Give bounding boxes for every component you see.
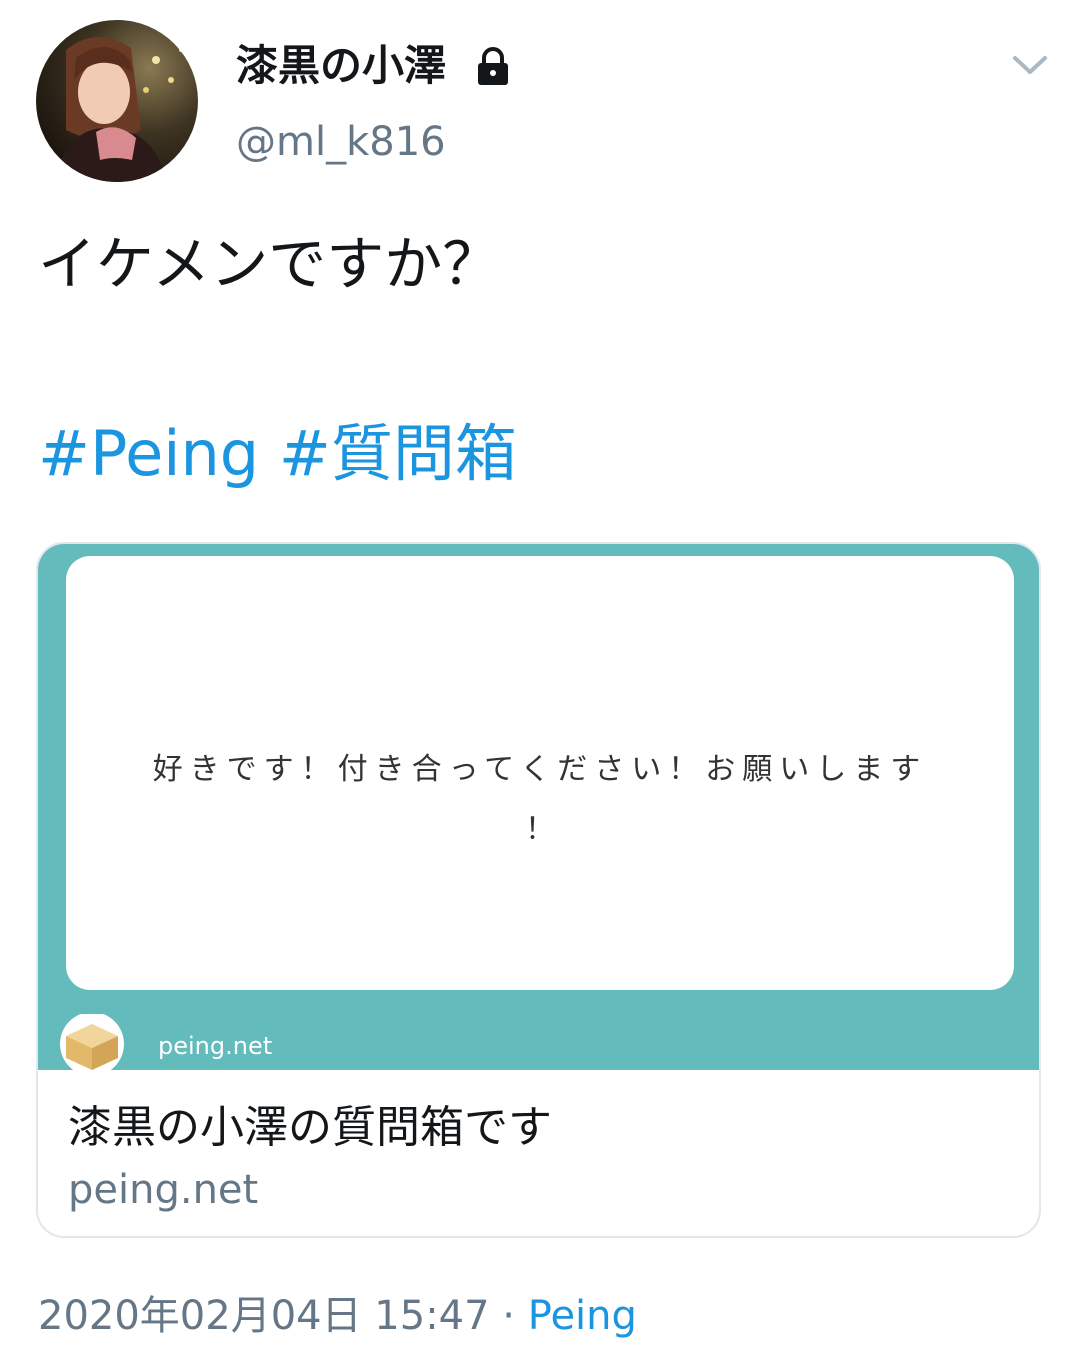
card-image-domain: peing.net bbox=[158, 1032, 273, 1060]
meta-separator: · bbox=[489, 1293, 528, 1339]
hashtag-peing[interactable]: #Peing bbox=[38, 417, 259, 490]
source-link[interactable]: Peing bbox=[528, 1293, 637, 1339]
chevron-down-icon[interactable] bbox=[1010, 50, 1050, 80]
hashtag-question-box[interactable]: #質問箱 bbox=[279, 417, 517, 490]
question-text-line-1: 好きです！付き合ってください！お願いします bbox=[152, 752, 928, 787]
card-image: 好きです！付き合ってください！お願いします ！ peing.net bbox=[38, 544, 1039, 1070]
avatar[interactable] bbox=[36, 20, 198, 182]
tweet-metadata: 2020年02月04日 15:47 · Peing bbox=[38, 1290, 637, 1342]
link-card[interactable]: 好きです！付き合ってください！お願いします ！ peing.net 漆黒の小澤の… bbox=[36, 542, 1041, 1238]
timestamp[interactable]: 2020年02月04日 15:47 bbox=[38, 1293, 490, 1339]
lock-icon bbox=[478, 47, 508, 85]
tweet-text: イケメンですか？ bbox=[38, 230, 501, 298]
question-text-line-2: ！ bbox=[525, 812, 555, 847]
tweet-detail: 漆黒の小澤 @ml_k816 イケメンですか？ #Peing #質問箱 好きです… bbox=[0, 0, 1079, 1354]
card-title: 漆黒の小澤の質問箱です bbox=[68, 1102, 552, 1153]
hashtag-list: #Peing #質問箱 bbox=[38, 416, 517, 492]
username-handle[interactable]: @ml_k816 bbox=[236, 116, 446, 168]
question-panel: 好きです！付き合ってください！お願いします ！ bbox=[66, 556, 1014, 990]
card-url: peing.net bbox=[68, 1167, 259, 1213]
peing-box-logo bbox=[60, 1014, 124, 1070]
display-name[interactable]: 漆黒の小澤 bbox=[236, 40, 446, 92]
